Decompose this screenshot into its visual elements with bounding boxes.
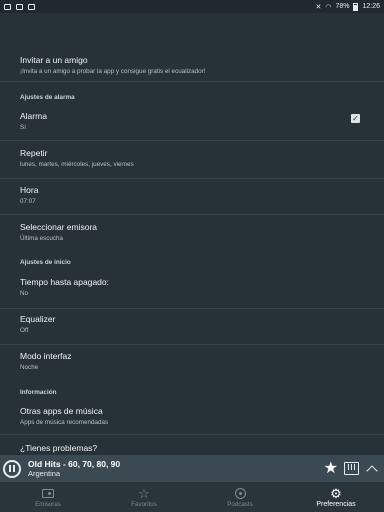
- favorite-star-icon[interactable]: ★: [324, 460, 338, 477]
- nav-preferences[interactable]: ⚙ Preferencias: [288, 482, 384, 512]
- star-icon: ☆: [138, 485, 150, 501]
- invite-friend-subtitle: ¡Invita a un amigo a probar la app y con…: [20, 68, 206, 75]
- system-icons: ✕ ◠ 78% 12:26: [315, 2, 380, 11]
- select-station-item[interactable]: Seleccionar emisora Última escucha: [0, 222, 384, 252]
- station-country: Argentina: [28, 468, 61, 478]
- podcast-icon: [234, 487, 246, 499]
- wifi-icon: ◠: [325, 3, 332, 11]
- problems-item[interactable]: ¿Tienes problemas?: [0, 443, 384, 455]
- alarm-title: Alarma: [20, 111, 47, 121]
- sleep-timer-title: Tiempo hasta apagado:: [20, 277, 109, 287]
- gallery-icon: [4, 3, 11, 10]
- mini-player[interactable]: Old Hits - 60, 70, 80, 90 Argentina ★: [0, 455, 384, 482]
- other-apps-subtitle: Apps de música recomendadas: [20, 419, 109, 426]
- key-bar: [347, 464, 350, 470]
- pause-icon-bar: [13, 465, 15, 472]
- radio-icon: [42, 488, 54, 498]
- nav-stations-label: Emisoras: [35, 500, 61, 508]
- player-actions: ★: [324, 460, 379, 477]
- repeat-title: Repetir: [20, 148, 48, 158]
- notification-icons: [4, 3, 35, 10]
- equalizer-title: Equalizer: [20, 314, 56, 324]
- hour-subtitle: 07:07: [20, 198, 36, 205]
- alarm-checkbox[interactable]: ✓: [351, 114, 360, 123]
- gear-icon: ⚙: [330, 485, 342, 501]
- select-station-title: Seleccionar emisora: [20, 222, 98, 232]
- clock: 12:26: [362, 3, 380, 10]
- alarm-section-header: Ajustes de alarma: [20, 94, 75, 101]
- equalizer-item[interactable]: Equalizer Off: [0, 314, 384, 345]
- bottom-navigation: Emisoras ☆ Favoritos Podcasts ⚙ Preferen…: [0, 482, 384, 512]
- nav-preferences-label: Preferencias: [316, 500, 356, 508]
- key-bar: [350, 464, 353, 470]
- mute-icon: ✕: [315, 3, 322, 11]
- image-icon: [16, 3, 23, 10]
- interface-mode-subtitle: Noche: [20, 364, 39, 371]
- station-name: Old Hits - 60, 70, 80, 90: [28, 458, 121, 469]
- alarm-item[interactable]: Alarma Sí ✓: [0, 111, 384, 141]
- battery-text: 78%: [335, 3, 350, 10]
- problems-title: ¿Tienes problemas?: [20, 443, 98, 453]
- status-bar: ✕ ◠ 78% 12:26: [0, 0, 384, 13]
- player-info[interactable]: Old Hits - 60, 70, 80, 90 Argentina: [28, 459, 120, 479]
- nav-favorites[interactable]: ☆ Favoritos: [96, 482, 192, 512]
- repeat-subtitle: lunes, martes, miércoles, jueves, vierne…: [20, 161, 134, 168]
- hour-title: Hora: [20, 185, 39, 195]
- pause-icon: [9, 465, 11, 472]
- sleep-timer-item[interactable]: Tiempo hasta apagado: No: [0, 277, 384, 309]
- mail-icon: [28, 3, 35, 10]
- check-icon: ✓: [352, 114, 359, 123]
- other-apps-item[interactable]: Otras apps de música Apps de música reco…: [0, 406, 384, 435]
- nav-podcasts[interactable]: Podcasts: [192, 482, 288, 512]
- pause-button[interactable]: [3, 459, 21, 478]
- nav-favorites-label: Favoritos: [131, 500, 157, 508]
- settings-list[interactable]: Invitar a un amigo ¡Invita a un amigo a …: [0, 13, 384, 455]
- other-apps-title: Otras apps de música: [20, 406, 103, 416]
- hour-item[interactable]: Hora 07:07: [0, 185, 384, 215]
- repeat-item[interactable]: Repetir lunes, martes, miércoles, jueves…: [0, 148, 384, 179]
- interface-mode-title: Modo interfaz: [20, 351, 72, 361]
- start-section-header: Ajustes de inicio: [20, 259, 71, 266]
- invite-friend-title: Invitar a un amigo: [20, 55, 88, 65]
- select-station-subtitle: Última escucha: [20, 235, 64, 242]
- sleep-timer-subtitle: No: [20, 290, 29, 297]
- alarm-subtitle: Sí: [20, 124, 26, 131]
- equalizer-icon[interactable]: [344, 462, 359, 475]
- info-section-header: Información: [20, 389, 57, 396]
- invite-friend-item[interactable]: Invitar a un amigo ¡Invita a un amigo a …: [0, 55, 384, 82]
- interface-mode-item[interactable]: Modo interfaz Noche: [0, 351, 384, 381]
- battery-icon: [353, 2, 359, 11]
- equalizer-subtitle: Off: [20, 327, 29, 334]
- key-bar: [353, 464, 356, 470]
- chevron-up-icon[interactable]: [366, 464, 378, 477]
- nav-podcasts-label: Podcasts: [227, 500, 253, 508]
- nav-stations[interactable]: Emisoras: [0, 482, 96, 512]
